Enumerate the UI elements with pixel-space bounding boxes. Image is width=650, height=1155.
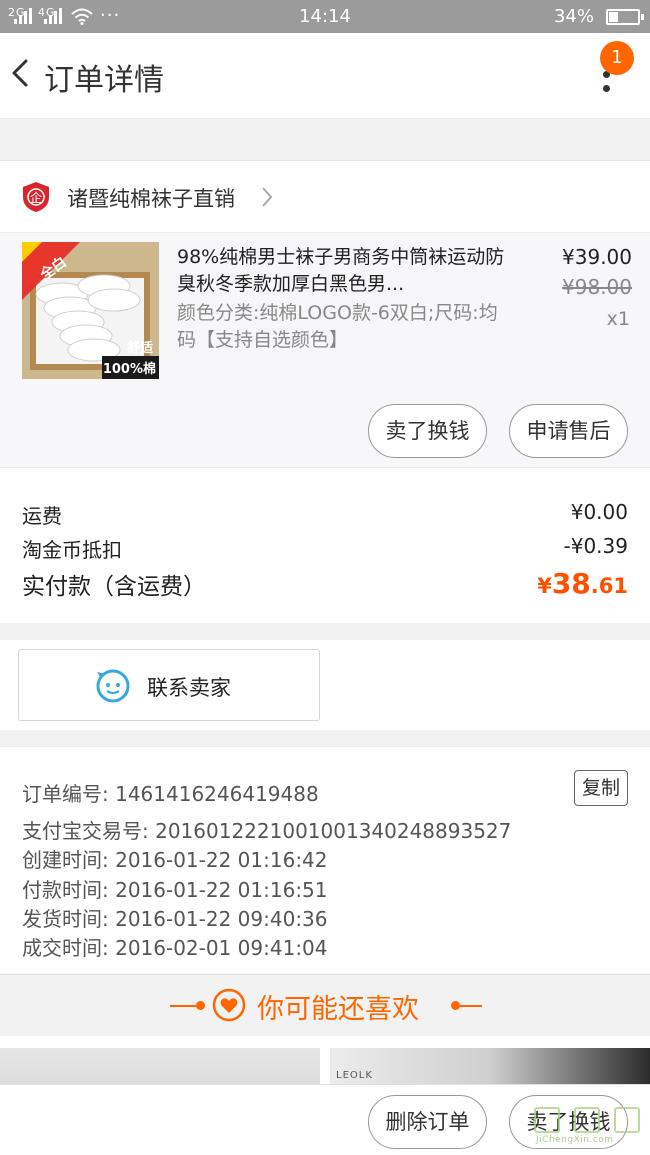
clock: 14:14	[299, 6, 351, 27]
shipping-value: ¥0.00	[570, 500, 628, 524]
shop-name: 诸暨纯棉袜子直销	[67, 187, 235, 211]
total-paid-row: 实付款（含运费） ¥38.61	[22, 567, 628, 601]
chat-bubble-icon	[96, 669, 130, 703]
total-paid-label: 实付款（含运费）	[22, 574, 206, 600]
back-arrow-icon[interactable]	[4, 51, 38, 95]
shipping-label: 运费	[22, 504, 62, 528]
created-time: 创建时间: 2016-01-22 01:16:42	[22, 848, 328, 872]
total-integer: 38	[551, 567, 591, 600]
notification-badge: 1	[600, 41, 634, 75]
page-title: 订单详情	[44, 63, 164, 98]
decor-line-right	[452, 1005, 482, 1007]
product-thumbnail[interactable]: 全白 舒适 100%棉	[22, 242, 159, 379]
total-decimal: .61	[590, 574, 628, 598]
product-original-price: ¥98.00	[562, 275, 632, 299]
section-divider	[0, 730, 650, 746]
thumb-label-1: 舒适	[127, 340, 153, 356]
contact-seller-button[interactable]: 联系卖家	[18, 649, 320, 721]
shipped-time: 发货时间: 2016-01-22 09:40:36	[22, 907, 328, 931]
shop-logo-text: 企	[30, 190, 42, 205]
total-currency: ¥	[537, 574, 552, 598]
completed-time: 成交时间: 2016-02-01 09:41:04	[22, 936, 328, 960]
contact-section: 联系卖家	[0, 640, 650, 730]
status-bar: 2G 4G ··· 14:14 34%	[0, 0, 650, 33]
copy-button[interactable]: 复制	[574, 770, 628, 806]
decor-dot-left	[196, 1001, 205, 1010]
coin-deduction-value: -¥0.39	[563, 534, 628, 558]
shipping-row: 运费 ¥0.00	[22, 500, 628, 529]
product-quantity: x1	[606, 308, 630, 330]
product-title[interactable]: 98%纯棉男士袜子男商务中筒袜运动防臭秋冬季款加厚白黑色男...	[177, 244, 507, 298]
alipay-number: 支付宝交易号: 2016012221001001340248893527	[22, 819, 512, 843]
watermark-logo-icon	[614, 1107, 640, 1133]
enterprise-shop-icon: 企	[23, 182, 49, 212]
watermark-text: JiChengXin.com	[536, 1135, 614, 1145]
product-sku: 颜色分类:纯棉LOGO款-6双白;尺码:均码【支持自选颜色】	[177, 302, 498, 351]
sell-for-cash-button[interactable]: 卖了换钱	[368, 404, 487, 458]
product-price: ¥39.00	[562, 245, 632, 269]
section-divider	[0, 623, 650, 640]
site-watermark: JiChengXin.com	[530, 1105, 642, 1149]
order-number: 订单编号: 1461416246419488	[22, 782, 319, 806]
recommend-grid: LEOLK	[0, 1036, 650, 1086]
apply-aftersale-button[interactable]: 申请售后	[509, 404, 628, 458]
thumb-label-2: 100%棉	[103, 361, 156, 377]
coin-deduction-row: 淘金币抵扣 -¥0.39	[22, 534, 628, 563]
heart-icon	[212, 988, 246, 1022]
battery-icon	[606, 9, 644, 25]
battery-percent: 34%	[553, 6, 594, 27]
watermark-logo-icon	[574, 1107, 600, 1133]
recommend-title: 你可能还喜欢	[257, 994, 419, 1025]
recommend-photo-text: LEOLK	[336, 1070, 373, 1081]
recommend-header: 你可能还喜欢	[0, 974, 650, 1036]
order-item: 全白 舒适 100%棉 98%纯棉男士袜子男商务中筒袜运动防臭秋冬季款加厚白黑色…	[0, 233, 650, 467]
product-thumbnail-image: 全白 舒适 100%棉	[22, 242, 159, 379]
nav-header: 订单详情 1	[0, 33, 650, 119]
total-paid-value: ¥38.61	[537, 567, 628, 600]
chevron-right-icon	[262, 187, 273, 207]
paid-time: 付款时间: 2016-01-22 01:16:51	[22, 878, 328, 902]
bottom-action-bar: 删除订单 卖了换钱 JiChengXin.com	[0, 1084, 650, 1155]
order-info: 订单编号: 1461416246419488 复制 支付宝交易号: 201601…	[0, 746, 650, 973]
fee-summary: 运费 ¥0.00 淘金币抵扣 -¥0.39 实付款（含运费） ¥38.61	[0, 467, 650, 623]
recommend-product-image[interactable]	[0, 1048, 320, 1086]
shop-row[interactable]: 企 诸暨纯棉袜子直销	[0, 161, 650, 233]
coin-deduction-label: 淘金币抵扣	[22, 538, 122, 562]
recommend-product-image[interactable]: LEOLK	[330, 1048, 650, 1086]
delete-order-button[interactable]: 删除订单	[368, 1095, 487, 1149]
more-dot-icon	[603, 85, 610, 92]
contact-seller-label: 联系卖家	[147, 676, 231, 700]
section-divider	[0, 120, 650, 161]
watermark-logo-icon	[534, 1107, 560, 1133]
